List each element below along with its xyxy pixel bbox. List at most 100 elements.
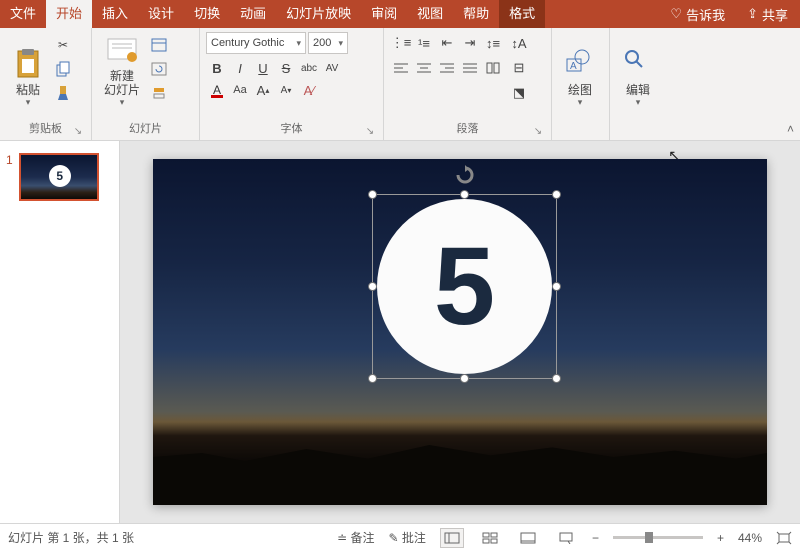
dialog-launcher-icon[interactable]: ↘: [365, 126, 375, 136]
resize-handle[interactable]: [552, 374, 561, 383]
zoom-value[interactable]: 44%: [738, 531, 762, 545]
grow-font-button[interactable]: A▴: [252, 79, 274, 101]
align-vertical-icon: ⊟: [514, 60, 525, 76]
layout-button[interactable]: [148, 34, 170, 56]
eraser-icon: A⁄: [304, 83, 315, 98]
chevron-down-icon: ▾: [120, 97, 125, 108]
slide-background-art: [153, 425, 767, 505]
resize-handle[interactable]: [460, 374, 469, 383]
align-text-button[interactable]: ⊟: [508, 57, 530, 79]
tell-me-search[interactable]: ♡ 告诉我: [660, 0, 735, 28]
chevron-down-icon: ▾: [636, 97, 641, 108]
slide-editor[interactable]: ↖ 5: [120, 141, 800, 523]
format-painter-button[interactable]: [52, 82, 74, 104]
rotate-handle[interactable]: [455, 165, 475, 185]
align-right-button[interactable]: [436, 57, 458, 79]
smartart-button[interactable]: ⬔: [508, 82, 530, 104]
numbering-button[interactable]: ¹≡: [413, 32, 435, 54]
resize-handle[interactable]: [460, 190, 469, 199]
new-slide-button[interactable]: 新建 幻灯片 ▾: [98, 32, 146, 110]
zoom-slider[interactable]: [613, 536, 703, 539]
tab-insert[interactable]: 插入: [92, 0, 138, 28]
italic-button[interactable]: I: [229, 57, 251, 79]
editing-button[interactable]: 编辑 ▾: [616, 32, 660, 110]
resize-handle[interactable]: [552, 282, 561, 291]
reset-button[interactable]: [148, 58, 170, 80]
notes-label: 备注: [351, 531, 375, 545]
share-button[interactable]: ⇪ 共享: [735, 0, 800, 28]
chevron-down-icon: ▾: [578, 97, 583, 108]
resize-handle[interactable]: [552, 190, 561, 199]
text-direction-icon: ↕A: [511, 36, 526, 51]
scissors-icon: ✂: [58, 38, 68, 52]
tab-view[interactable]: 视图: [407, 0, 453, 28]
tab-design[interactable]: 设计: [138, 0, 184, 28]
paste-button[interactable]: 粘贴 ▾: [6, 32, 50, 110]
underline-button[interactable]: U: [252, 57, 274, 79]
new-slide-label: 新建 幻灯片: [104, 69, 140, 97]
justify-button[interactable]: [459, 57, 481, 79]
resize-handle[interactable]: [368, 374, 377, 383]
tab-help[interactable]: 帮助: [453, 0, 499, 28]
drawing-label: 绘图: [568, 83, 592, 97]
font-size-combo[interactable]: 200▾: [308, 32, 348, 54]
section-button[interactable]: [148, 82, 170, 104]
dialog-launcher-icon[interactable]: ↘: [533, 126, 543, 136]
bullets-button[interactable]: ⋮≡: [390, 32, 412, 54]
zoom-in-button[interactable]: +: [717, 531, 724, 545]
dialog-launcher-icon[interactable]: ↘: [73, 126, 83, 136]
tab-animations[interactable]: 动画: [230, 0, 276, 28]
zoom-out-button[interactable]: −: [592, 531, 599, 545]
cut-button[interactable]: ✂: [52, 34, 74, 56]
font-size-value: 200: [313, 37, 331, 49]
copy-button[interactable]: [52, 58, 74, 80]
resize-handle[interactable]: [368, 190, 377, 199]
ribbon: 粘贴 ▾ ✂ 剪贴板 ↘ 新建 幻灯片 ▾: [0, 28, 800, 141]
bold-button[interactable]: B: [206, 57, 228, 79]
slideshow-view-button[interactable]: [554, 528, 578, 548]
reading-view-button[interactable]: [516, 528, 540, 548]
tab-home[interactable]: 开始: [46, 0, 92, 28]
zoom-thumb[interactable]: [645, 532, 653, 543]
section-icon: [151, 86, 167, 100]
collapse-ribbon-button[interactable]: ˄: [787, 122, 794, 136]
strike-button[interactable]: S: [275, 57, 297, 79]
align-left-button[interactable]: [390, 57, 412, 79]
shadow-button[interactable]: abc: [298, 57, 320, 79]
comments-button[interactable]: ✎ 批注: [389, 529, 426, 546]
fit-window-button[interactable]: [776, 531, 792, 545]
shrink-font-button[interactable]: A▾: [275, 79, 297, 101]
align-center-button[interactable]: [413, 57, 435, 79]
spacing-button[interactable]: AV: [321, 57, 343, 79]
columns-icon: [486, 62, 500, 74]
slide-canvas[interactable]: 5: [153, 159, 767, 505]
tab-format[interactable]: 格式: [499, 0, 545, 28]
notes-button[interactable]: ≐ 备注: [337, 529, 374, 546]
share-icon: ⇪: [747, 6, 758, 22]
tab-review[interactable]: 审阅: [361, 0, 407, 28]
thumbnail-preview[interactable]: 5: [19, 153, 99, 201]
sorter-view-button[interactable]: [478, 528, 502, 548]
selected-shape[interactable]: 5: [377, 199, 552, 374]
tab-file[interactable]: 文件: [0, 0, 46, 28]
reading-view-icon: [520, 532, 536, 544]
font-color-button[interactable]: A: [206, 79, 228, 101]
font-name-combo[interactable]: Century Gothic▾: [206, 32, 306, 54]
thumbnail-pane[interactable]: 1 5: [0, 141, 120, 523]
normal-view-button[interactable]: [440, 528, 464, 548]
text-direction-button[interactable]: ↕A: [508, 32, 530, 54]
indent-button[interactable]: ⇥: [459, 32, 481, 54]
drawing-button[interactable]: A 绘图 ▾: [558, 32, 602, 110]
clear-format-button[interactable]: A⁄: [298, 79, 320, 101]
outdent-button[interactable]: ⇤: [436, 32, 458, 54]
line-spacing-button[interactable]: ↕≡: [482, 32, 504, 54]
columns-button[interactable]: [482, 57, 504, 79]
case-button[interactable]: Aa: [229, 79, 251, 101]
thumbnail-item[interactable]: 1 5: [6, 153, 113, 201]
normal-view-icon: [444, 532, 460, 544]
group-editing: 编辑 ▾: [610, 28, 668, 140]
tab-transitions[interactable]: 切换: [184, 0, 230, 28]
shapes-icon: A: [564, 47, 596, 79]
resize-handle[interactable]: [368, 282, 377, 291]
tab-slideshow[interactable]: 幻灯片放映: [276, 0, 361, 28]
